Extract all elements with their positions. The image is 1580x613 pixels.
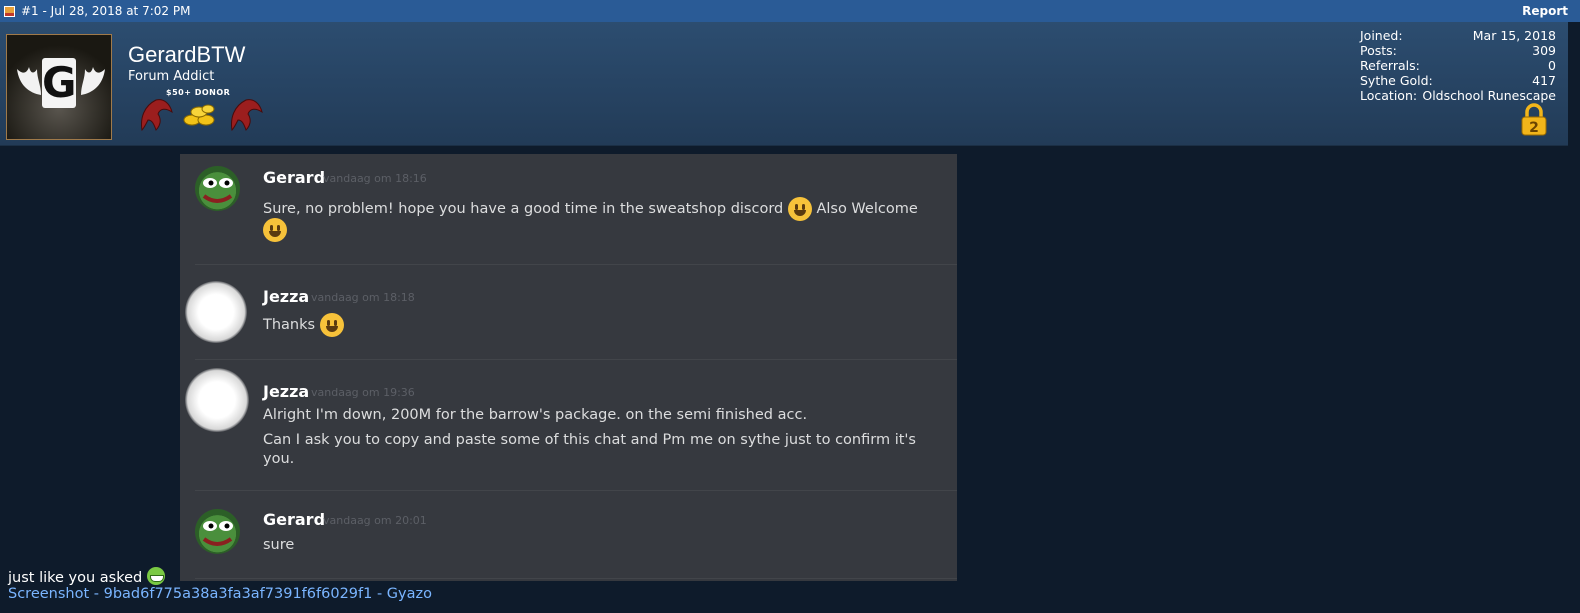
red-claw-right-icon — [231, 99, 263, 132]
post-header-left: #1 - Jul 28, 2018 at 7:02 PM — [4, 4, 190, 18]
user-info-panel: G GerardBTW Forum Addict $50+ DONOR Join… — [0, 22, 1568, 146]
message-divider — [195, 578, 957, 579]
message-text: Can I ask you to copy and paste some of … — [263, 432, 916, 448]
stat-referrals: Referrals: 0 — [1360, 58, 1556, 73]
stat-joined: Joined: Mar 15, 2018 — [1360, 28, 1556, 43]
post-number-date[interactable]: #1 - Jul 28, 2018 at 7:02 PM — [21, 4, 190, 18]
message-emoji-line — [263, 218, 287, 242]
grin-emoji-icon — [146, 567, 165, 585]
post-caption: just like you asked — [8, 567, 165, 586]
blurred-avatar-icon — [185, 368, 249, 432]
discord-screenshot[interactable]: Gerard vandaag om 18:16 Sure, no problem… — [180, 154, 957, 581]
grin-emoji-icon — [787, 197, 812, 221]
chat-message: Jezza vandaag om 19:36 Alright I'm down,… — [180, 360, 957, 490]
stat-location: Location: Oldschool Runescape — [1360, 88, 1556, 103]
user-stats: Joined: Mar 15, 2018 Posts: 309 Referral… — [1360, 28, 1556, 103]
message-author[interactable]: Gerard — [263, 168, 325, 187]
message-timestamp: vandaag om 20:01 — [323, 514, 427, 527]
message-text: sure — [263, 537, 295, 553]
user-avatar[interactable]: G — [6, 34, 112, 140]
wing-right-icon — [81, 67, 105, 95]
smile-emoji-icon — [319, 313, 344, 337]
gold-coins-icon — [183, 104, 215, 126]
message-text: Sure, no problem! hope you have a good t… — [263, 197, 918, 221]
avatar-letter: G — [42, 58, 77, 108]
donor-badges: $50+ DONOR — [138, 88, 268, 133]
message-text: you. — [263, 451, 295, 467]
username[interactable]: GerardBTW — [128, 42, 245, 68]
post-header-bar: #1 - Jul 28, 2018 at 7:02 PM Report — [0, 0, 1580, 22]
stat-posts: Posts: 309 — [1360, 43, 1556, 58]
wing-left-icon — [17, 67, 41, 95]
donor-badge-label: $50+ DONOR — [166, 88, 231, 97]
chat-message: Gerard vandaag om 20:01 sure — [180, 491, 957, 581]
message-timestamp: vandaag om 18:18 — [311, 291, 415, 304]
chat-message: Jezza vandaag om 18:18 Thanks — [180, 265, 957, 359]
report-link[interactable]: Report — [1522, 4, 1568, 18]
pepe-avatar-icon — [195, 509, 240, 554]
message-author[interactable]: Jezza — [263, 287, 309, 306]
smile-emoji-icon — [263, 218, 287, 242]
message-author[interactable]: Gerard — [263, 510, 325, 529]
message-text: Thanks — [263, 313, 344, 337]
message-text: Alright I'm down, 200M for the barrow's … — [263, 407, 808, 423]
stat-gold: Sythe Gold: 417 — [1360, 73, 1556, 88]
user-title: Forum Addict — [128, 69, 215, 84]
message-author[interactable]: Jezza — [263, 382, 309, 401]
gyazo-screenshot-link[interactable]: Screenshot - 9bad6f775a38a3fa3af7391f6f6… — [8, 586, 432, 602]
message-timestamp: vandaag om 18:16 — [323, 172, 427, 185]
svg-text:2: 2 — [1529, 120, 1539, 136]
post-status-icon — [4, 5, 15, 17]
blurred-avatar-icon — [185, 281, 247, 343]
chat-message: Gerard vandaag om 18:16 Sure, no problem… — [180, 154, 957, 264]
red-claw-left-icon — [141, 99, 173, 132]
lock-icon[interactable]: 2 — [1520, 102, 1548, 136]
pepe-avatar-icon — [195, 166, 240, 211]
message-timestamp: vandaag om 19:36 — [311, 386, 415, 399]
